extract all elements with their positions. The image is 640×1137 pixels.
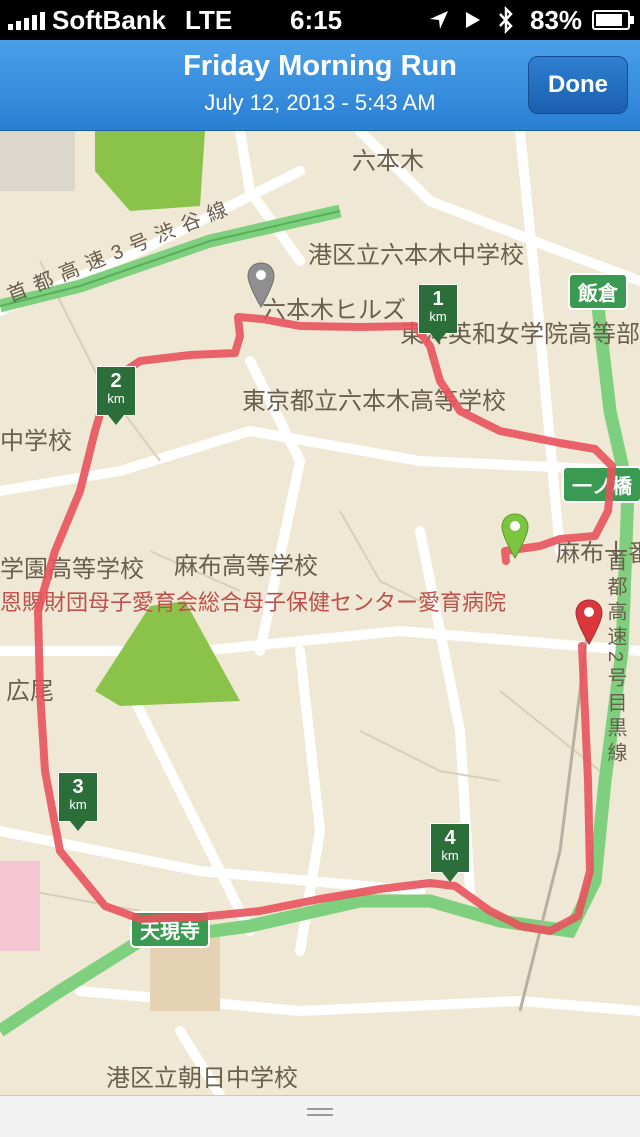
battery-icon xyxy=(592,10,634,30)
carrier-name: SoftBank xyxy=(52,5,167,35)
finish-pin-icon[interactable] xyxy=(574,598,604,646)
battery-percentage: 83% xyxy=(530,5,583,35)
km-marker-3: 3 km xyxy=(58,772,98,831)
play-icon xyxy=(466,12,480,28)
network-type: LTE xyxy=(185,5,233,35)
drag-handle-icon[interactable] xyxy=(307,1108,333,1118)
route-map[interactable]: 六本木 港区立六本木中学校 六本木ヒルズ 東洋英和女学院高等部 東京都立六本木高… xyxy=(0,131,640,1095)
signal-bars-icon xyxy=(8,12,45,30)
done-button[interactable]: Done xyxy=(528,56,628,114)
location-arrow-icon xyxy=(430,11,448,29)
status-time: 6:15 xyxy=(290,5,343,35)
status-bar: SoftBank LTE 6:15 83% xyxy=(0,0,640,40)
km-marker-2: 2 km xyxy=(96,366,136,425)
km-marker-1: 1 km xyxy=(418,284,458,343)
km-marker-4: 4 km xyxy=(430,823,470,882)
start-pin-icon[interactable] xyxy=(500,512,530,560)
navigation-bar: Friday Morning Run July 12, 2013 - 5:43 … xyxy=(0,40,640,131)
run-route xyxy=(34,313,616,935)
gray-pin-icon[interactable] xyxy=(246,261,276,309)
bluetooth-icon xyxy=(499,6,513,34)
bottom-drawer[interactable] xyxy=(0,1095,640,1137)
